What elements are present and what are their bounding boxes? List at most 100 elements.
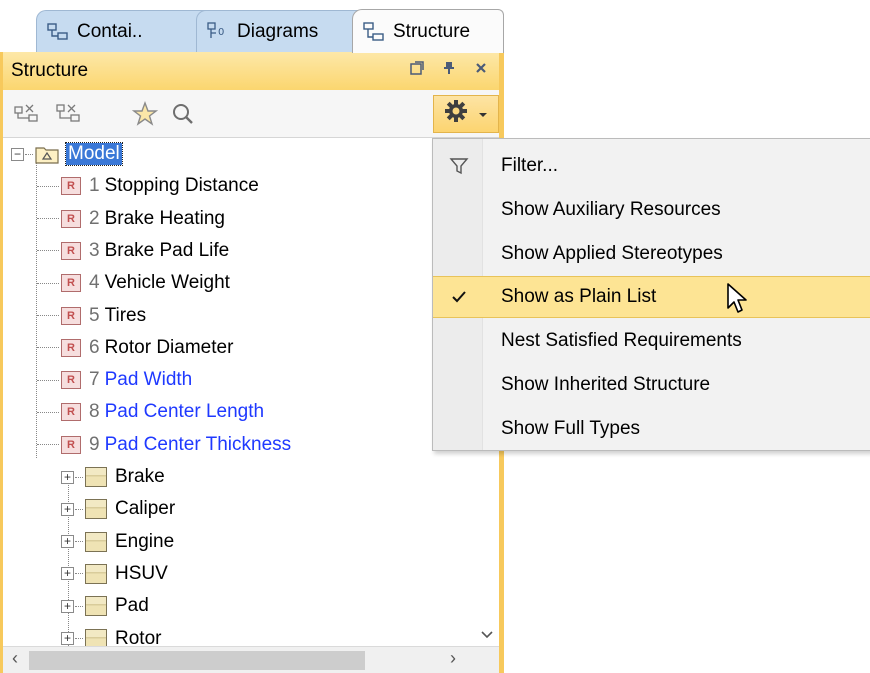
requirement-icon: R [61, 338, 81, 357]
tree-node-requirement[interactable]: R 3 Brake Pad Life [37, 235, 229, 267]
scrollbar-thumb[interactable] [29, 651, 365, 670]
requirement-icon: R [61, 371, 81, 390]
requirement-number: 5 [89, 304, 100, 326]
tree-connector [37, 250, 59, 252]
requirement-icon: R [61, 306, 81, 325]
block-icon [85, 467, 107, 487]
tab-diagrams[interactable]: 0 Diagrams [196, 10, 374, 52]
tree-node-requirement[interactable]: R 8 Pad Center Length [37, 396, 264, 428]
expand-icon[interactable]: + [61, 599, 74, 613]
tree-node-requirement[interactable]: R 2 Brake Heating [37, 203, 225, 235]
chevron-down-icon [481, 631, 493, 639]
menu-item-label: Show Inherited Structure [501, 374, 711, 395]
tree-connector [37, 411, 59, 413]
svg-text:0: 0 [218, 27, 224, 38]
expand-icon[interactable]: + [61, 535, 74, 549]
options-popup-menu: Filter... Show Auxiliary Resources Show Ap… [432, 138, 870, 451]
menu-item-filter[interactable]: Filter... [433, 145, 870, 187]
panel-title: Structure [11, 60, 89, 81]
block-icon [85, 531, 107, 552]
panel-title-bar: Structure [3, 52, 499, 90]
menu-item-show-applied-stereotypes[interactable]: Show Applied Stereotypes [433, 233, 870, 275]
tab-containment[interactable]: Contai.. [36, 10, 216, 52]
tree-connector [37, 347, 59, 349]
mouse-cursor-icon [726, 282, 750, 322]
tree-node-requirement[interactable]: R 9 Pad Center Thickness [37, 429, 291, 461]
tree-node-block[interactable]: + HSUV [61, 558, 168, 590]
block-icon [85, 499, 107, 520]
menu-item-show-as-plain-list[interactable]: Show as Plain List [433, 276, 870, 319]
requirement-name: Brake Heating [104, 207, 225, 229]
menu-item-label: Show Auxiliary Resources [501, 198, 721, 220]
expand-icon[interactable]: + [61, 632, 74, 645]
requirement-icon: R [61, 241, 81, 260]
tree-node-requirement[interactable]: R 4 Vehicle Weight [37, 267, 230, 299]
requirement-name: Brake Pad Life [104, 239, 230, 261]
expand-icon[interactable]: + [61, 502, 74, 516]
tree-node-requirement[interactable]: R 5 Tires [37, 300, 146, 332]
tree-node-requirement[interactable]: R 7 Pad Width [37, 364, 192, 396]
block-name: Brake [115, 466, 165, 487]
tree-node-block[interactable]: + Engine [61, 526, 174, 558]
requirement-icon: R [61, 403, 81, 422]
requirement-number: 9 [89, 433, 100, 455]
tree-node-block[interactable]: + Pad [61, 590, 149, 622]
horizontal-scrollbar[interactable]: ‹ › [3, 646, 499, 673]
tree-node-requirement[interactable]: R 6 Rotor Diameter [37, 332, 233, 364]
requirement-number: 2 [89, 207, 100, 229]
structure-panel: Structure − Model R 1 Stopping Distance … [0, 52, 504, 673]
requirement-number: 3 [89, 239, 100, 261]
containment-icon [47, 22, 69, 42]
menu-item-show-auxiliary-resources[interactable]: Show Auxiliary Resources [433, 189, 870, 231]
tab-label: Contai.. [77, 20, 143, 42]
menu-item-show-full-types[interactable]: Show Full Types [433, 408, 870, 450]
expand-icon[interactable]: + [61, 470, 74, 484]
restore-icon[interactable] [409, 61, 425, 78]
panel-title-controls [409, 61, 489, 78]
vertical-scroll-down[interactable] [473, 540, 501, 640]
tab-label: Structure [393, 20, 471, 42]
requirement-name: Pad Center Thickness [104, 433, 292, 455]
requirement-number: 7 [89, 369, 100, 391]
collapse-all-icon[interactable] [55, 100, 83, 128]
requirement-name: Rotor Diameter [104, 336, 234, 358]
menu-item-label: Filter... [501, 155, 559, 176]
collapse-icon[interactable]: − [11, 147, 24, 161]
menu-item-nest-satisfied-requirements[interactable]: Nest Satisfied Requirements [433, 320, 870, 362]
tree-node-model[interactable]: − Model [11, 138, 123, 170]
tree-node-block[interactable]: + Brake [61, 461, 165, 493]
options-menu-button[interactable] [433, 95, 499, 133]
tree-connector [75, 541, 83, 543]
structure-tree[interactable]: − Model R 1 Stopping Distance R 2 Brake Heati… [3, 138, 499, 646]
block-name: Caliper [115, 498, 176, 520]
menu-item-show-inherited-structure[interactable]: Show Inherited Structure [433, 364, 870, 406]
star-icon[interactable] [131, 100, 159, 128]
scroll-right-icon[interactable]: › [443, 648, 463, 669]
tree-connector [37, 218, 59, 220]
tab-structure[interactable]: Structure [352, 9, 504, 53]
tab-label: Diagrams [237, 20, 319, 42]
pin-icon[interactable] [441, 61, 457, 78]
tree-connector [75, 476, 83, 478]
view-tab-strip: Contai.. 0 Diagrams Structure [0, 0, 510, 53]
block-name: Pad [115, 595, 149, 617]
expand-all-icon[interactable] [13, 100, 41, 128]
tree-connector [75, 638, 83, 639]
block-icon [85, 596, 107, 617]
tree-node-block[interactable]: + Rotor [61, 623, 161, 646]
diagrams-icon: 0 [207, 21, 229, 42]
close-icon[interactable] [473, 61, 489, 78]
menu-item-label: Show Applied Stereotypes [501, 242, 723, 264]
requirement-name: Tires [104, 304, 147, 326]
expand-icon[interactable]: + [61, 567, 74, 581]
requirement-number: 8 [89, 401, 100, 423]
tree-connector [75, 605, 83, 607]
tree-node-block[interactable]: + Caliper [61, 493, 175, 525]
requirement-number: 4 [89, 272, 100, 294]
requirement-icon: R [61, 177, 81, 196]
tree-node-requirement[interactable]: R 1 Stopping Distance [37, 170, 259, 202]
tree-connector [37, 315, 59, 316]
scroll-left-icon[interactable]: ‹ [5, 648, 25, 669]
search-icon[interactable] [169, 100, 197, 128]
panel-toolbar [3, 90, 499, 138]
